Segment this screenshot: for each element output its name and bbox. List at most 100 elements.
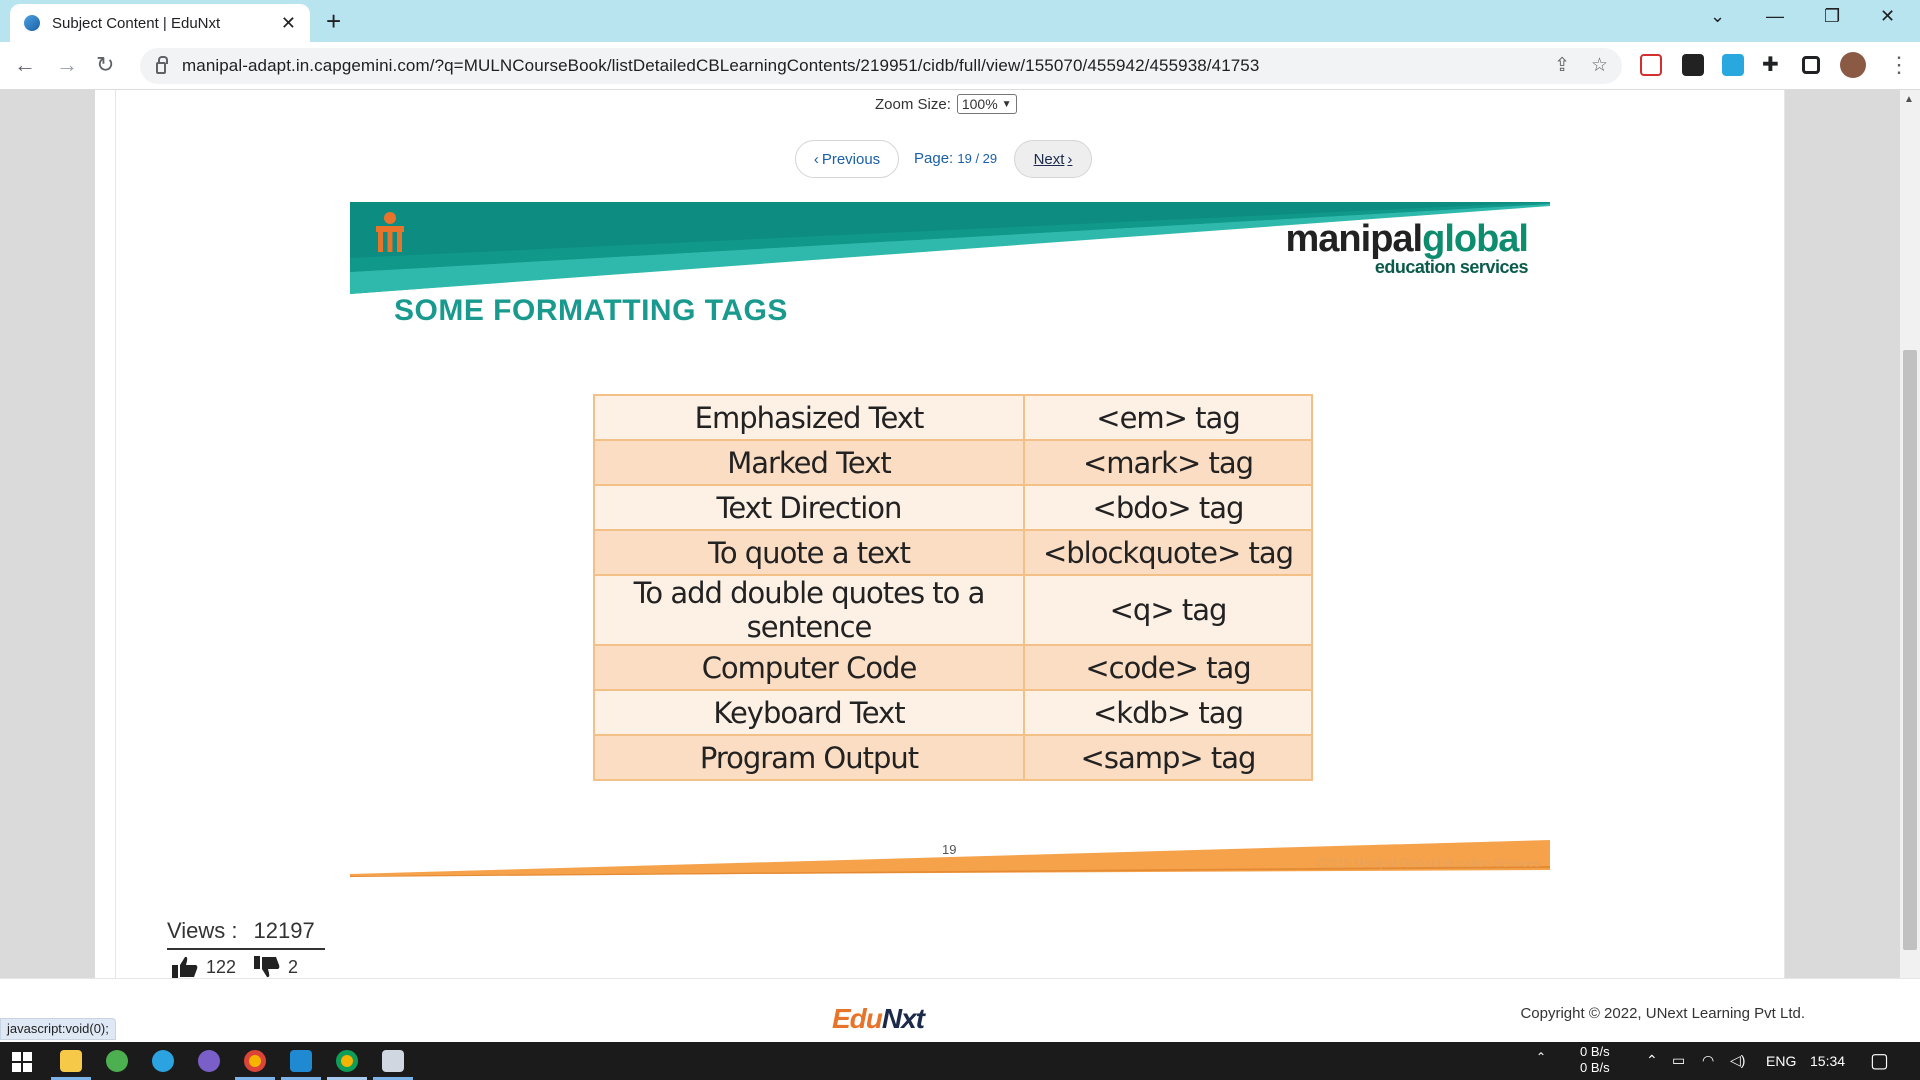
restore-button[interactable]: ❐ — [1824, 6, 1840, 27]
tray-expand-icon[interactable]: ⌃ — [1536, 1050, 1546, 1064]
formatting-tags-table: Emphasized Text <em> tag Marked Text <mark>… — [593, 394, 1313, 781]
logo-text-nxt: Nxt — [881, 1003, 925, 1034]
windows-taskbar: ⌃ 0 B/s 0 B/s ⌃ ▭ ◠ ◁) ENG 15:34 ▢ — [0, 1042, 1920, 1080]
tag-name-cell: <kdb> tag — [1023, 689, 1313, 736]
chevron-right-icon: › — [1067, 150, 1073, 168]
address-bar[interactable]: manipal-adapt.in.capgemini.com/?q=MULNCo… — [140, 48, 1622, 84]
extension-s-icon[interactable] — [1722, 54, 1744, 76]
status-bar-url: javascript:void(0); — [0, 1018, 116, 1040]
likes-count: 122 — [206, 956, 237, 977]
chrome-icon[interactable] — [244, 1050, 266, 1072]
views-count: 12197 — [253, 918, 315, 943]
slide-page-number: 19 — [942, 842, 957, 857]
thumbs-up-icon[interactable] — [172, 956, 198, 978]
notifications-icon[interactable]: ▢ — [1870, 1048, 1889, 1073]
previous-label: Previous — [821, 150, 881, 168]
table-row: Computer Code <code> tag — [593, 644, 1313, 691]
wifi-icon[interactable]: ◠ — [1702, 1052, 1714, 1069]
edunxt-logo[interactable]: EduNxt — [832, 1003, 925, 1035]
minimize-button[interactable]: — — [1766, 6, 1784, 27]
table-row: Program Output <samp> tag — [593, 734, 1313, 781]
scrollbar-thumb[interactable] — [1903, 350, 1917, 950]
page-indicator: Page: 19 / 29 — [914, 150, 997, 167]
telegram-icon[interactable] — [152, 1050, 174, 1072]
slide-title: SOME FORMATTING TAGS — [394, 294, 788, 327]
table-row: To quote a text <blockquote> tag — [593, 529, 1313, 576]
table-row: Text Direction <bdo> tag — [593, 484, 1313, 531]
dislikes-count: 2 — [288, 956, 299, 977]
side-panel-icon[interactable] — [1802, 56, 1820, 74]
close-tab-icon[interactable]: ✕ — [281, 13, 296, 34]
tag-description-cell: To quote a text — [593, 529, 1025, 576]
tag-description-cell: To add double quotes to a sentence — [593, 574, 1025, 646]
next-label: Next — [1033, 150, 1065, 168]
footer-copyright: Copyright © 2022, UNext Learning Pvt Ltd… — [1520, 1005, 1805, 1022]
profile-avatar[interactable] — [1840, 52, 1866, 78]
extensions-puzzle-icon[interactable]: ✚ — [1762, 52, 1784, 76]
network-speed: 0 B/s 0 B/s — [1580, 1044, 1610, 1076]
windows-start-icon[interactable] — [12, 1052, 32, 1072]
tag-name-cell: <samp> tag — [1023, 734, 1313, 781]
clock[interactable]: 15:34 — [1810, 1053, 1845, 1069]
share-icon[interactable]: ⇪ — [1554, 54, 1570, 77]
edunxt-favicon-icon — [24, 15, 40, 31]
tag-name-cell: <q> tag — [1023, 574, 1313, 646]
language-indicator[interactable]: ENG — [1766, 1053, 1796, 1069]
tag-description-cell: Emphasized Text — [593, 394, 1025, 441]
lock-icon[interactable] — [156, 56, 168, 74]
tag-description-cell: Text Direction — [593, 484, 1025, 531]
browser-tab[interactable]: Subject Content | EduNxt ✕ — [10, 4, 310, 42]
tray-chevron-icon[interactable]: ⌃ — [1646, 1052, 1658, 1069]
battery-icon[interactable]: ▭ — [1672, 1052, 1685, 1069]
table-row: Emphasized Text <em> tag — [593, 394, 1313, 441]
brand-main-text-2: global — [1422, 218, 1529, 260]
back-button[interactable]: ← — [14, 52, 36, 78]
table-row: To add double quotes to a sentence <q> ta… — [593, 574, 1313, 646]
chrome-profile-icon[interactable] — [336, 1050, 358, 1072]
url-text[interactable]: manipal-adapt.in.capgemini.com/?q=MULNCo… — [182, 56, 1259, 76]
tag-description-cell: Program Output — [593, 734, 1025, 781]
reload-button[interactable]: ↻ — [96, 52, 114, 78]
tag-name-cell: <em> tag — [1023, 394, 1313, 441]
net-down: 0 B/s — [1580, 1060, 1610, 1075]
net-up: 0 B/s — [1580, 1044, 1610, 1059]
tag-description-cell: Computer Code — [593, 644, 1025, 691]
app-window-icon[interactable] — [382, 1050, 404, 1072]
brand-logo: manipalglobal education services — [1286, 218, 1529, 278]
tag-name-cell: <blockquote> tag — [1023, 529, 1313, 576]
zoom-value: 100% — [961, 96, 998, 112]
scroll-up-arrow-icon[interactable]: ▲ — [1904, 94, 1914, 105]
tab-title: Subject Content | EduNxt — [52, 14, 221, 32]
thumbs-down-icon[interactable] — [254, 956, 280, 978]
logo-text-edu: Edu — [832, 1003, 883, 1034]
app-purple-icon[interactable] — [198, 1050, 220, 1072]
new-tab-button[interactable]: + — [326, 6, 341, 37]
tab-search-icon[interactable]: ⌄ — [1710, 6, 1725, 27]
chevron-down-icon: ▼ — [1001, 98, 1012, 110]
file-explorer-icon[interactable] — [60, 1050, 82, 1072]
manipal-logo-icon — [376, 212, 404, 252]
page-footer: EduNxt Copyright © 2022, UNext Learning … — [0, 978, 1920, 1042]
tag-description-cell: Keyboard Text — [593, 689, 1025, 736]
extension-shield-icon[interactable] — [1640, 54, 1662, 76]
close-window-button[interactable]: ✕ — [1880, 6, 1895, 27]
bookmark-star-icon[interactable]: ☆ — [1591, 54, 1608, 77]
menu-kebab-icon[interactable]: ⋮ — [1888, 52, 1910, 78]
table-row: Keyboard Text <kdb> tag — [593, 689, 1313, 736]
forward-button[interactable]: → — [56, 52, 78, 78]
views-counter: Views : 12197 — [167, 918, 325, 950]
table-row: Marked Text <mark> tag — [593, 439, 1313, 486]
zoom-control: Zoom Size: 100% ▼ — [875, 94, 1017, 114]
app-green-icon[interactable] — [106, 1050, 128, 1072]
next-button[interactable]: Next › — [1014, 140, 1092, 178]
previous-button[interactable]: ‹ Previous — [795, 140, 899, 178]
tag-name-cell: <bdo> tag — [1023, 484, 1313, 531]
zoom-select[interactable]: 100% ▼ — [956, 94, 1017, 114]
vscode-icon[interactable] — [290, 1050, 312, 1072]
page-current: 19 / 29 — [957, 151, 998, 166]
volume-icon[interactable]: ◁) — [1730, 1052, 1745, 1069]
slide-copyright: ©2015 Manipal Global Education Services — [1315, 856, 1540, 870]
extension-bug-icon[interactable] — [1682, 54, 1704, 76]
browser-tab-bar: Subject Content | EduNxt ✕ + ⌄ — ❐ ✕ — [0, 0, 1920, 42]
tag-description-cell: Marked Text — [593, 439, 1025, 486]
